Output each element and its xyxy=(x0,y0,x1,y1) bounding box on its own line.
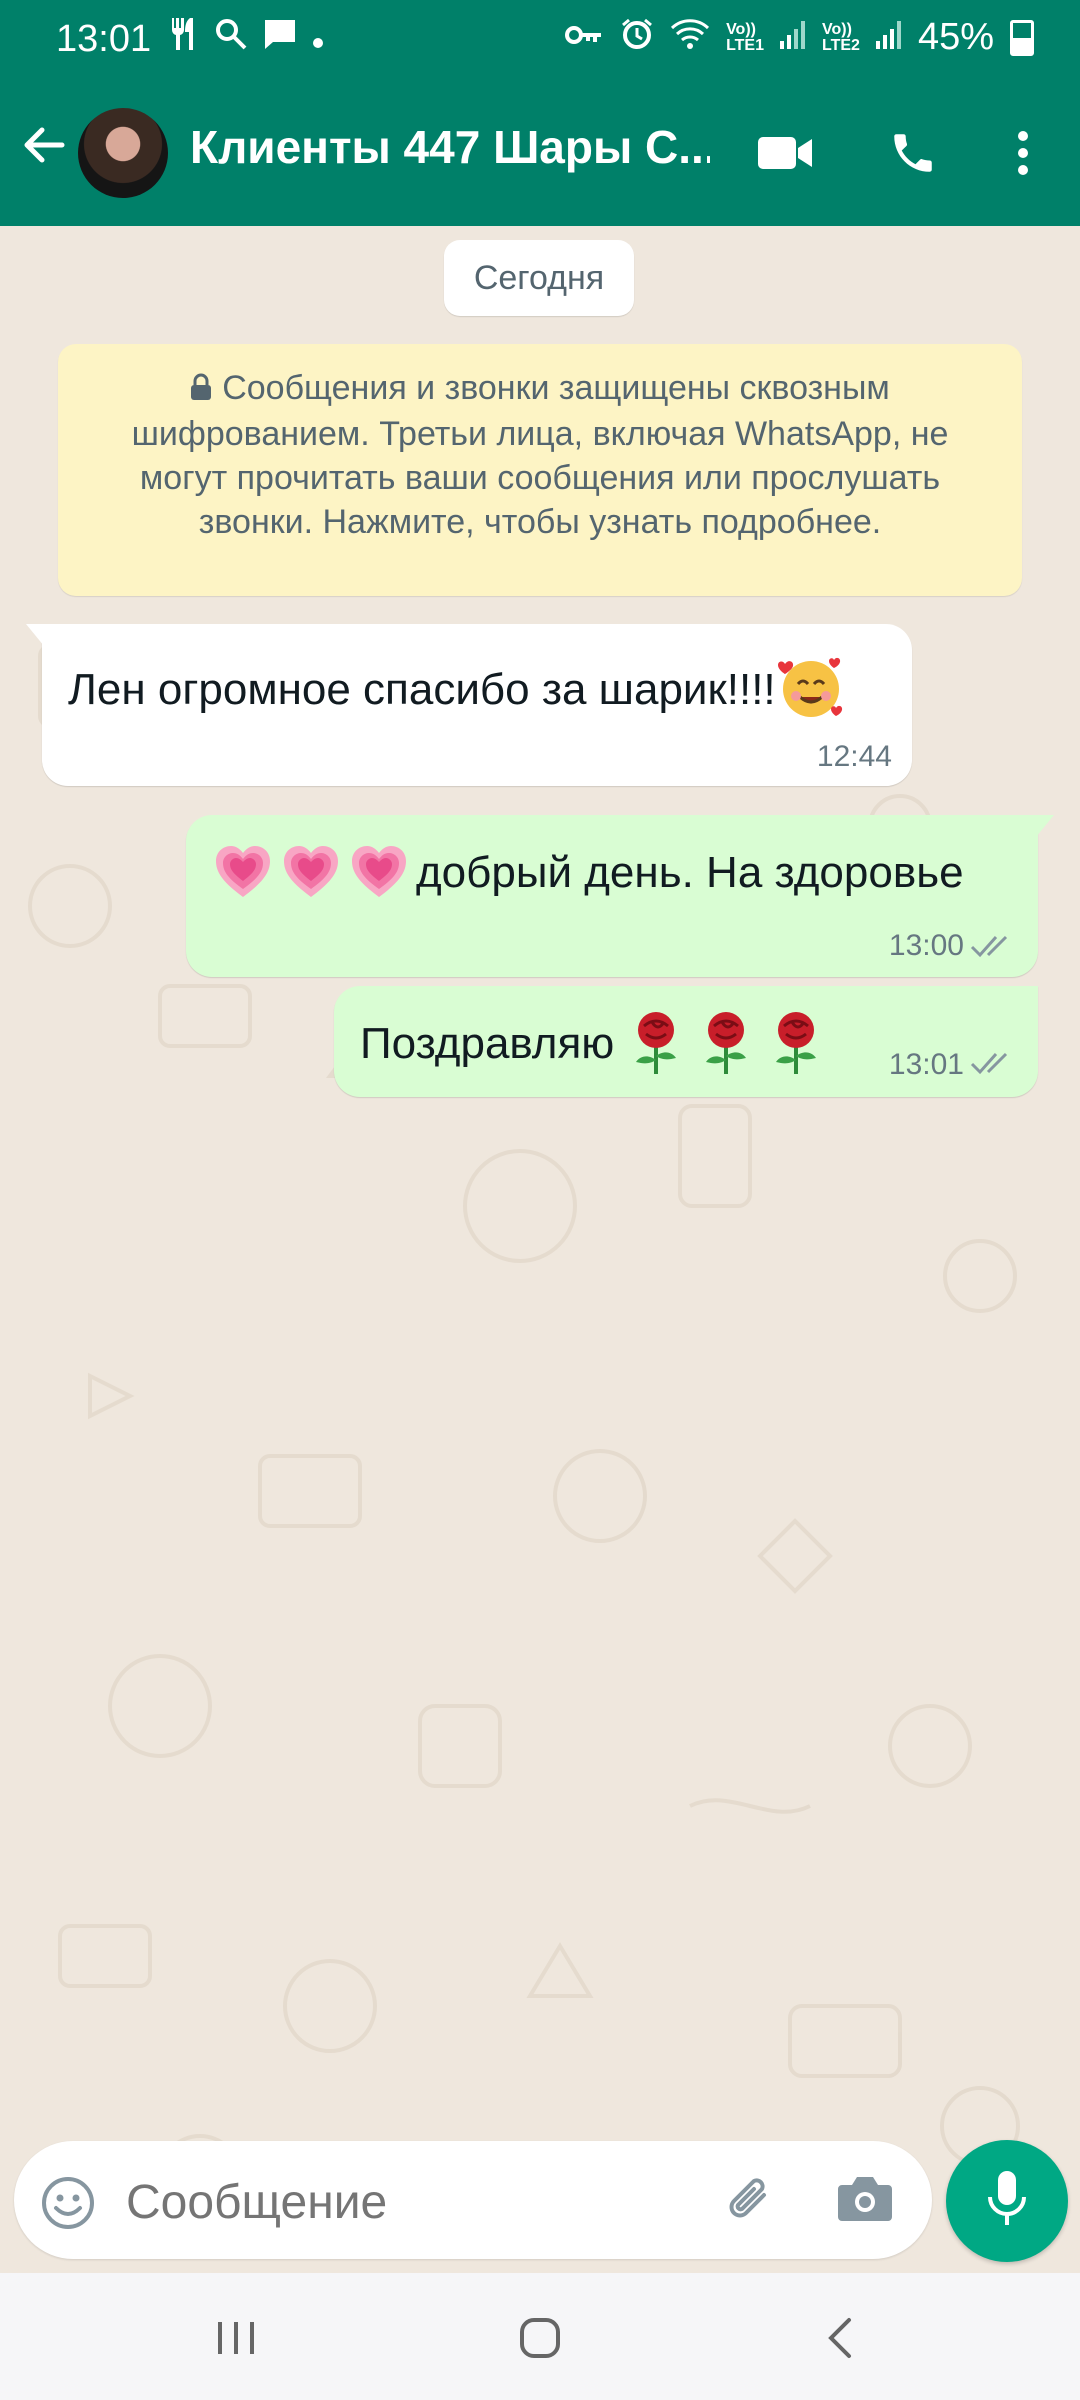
bubble-tail xyxy=(26,624,44,646)
message-bubble-incoming[interactable]: Лен огромное спасибо за шарик!!!! 12:44 xyxy=(26,624,912,786)
smiling-face-with-hearts-emoji xyxy=(776,652,846,722)
recent-apps-icon[interactable] xyxy=(196,2303,276,2373)
status-system-icons: Vo)) LTE1 Vo)) LTE2 45% xyxy=(564,16,1034,59)
battery-percent: 45% xyxy=(917,16,994,58)
message-bubble-outgoing[interactable]: Поздравляю 13:01 xyxy=(334,986,1038,1097)
wifi-icon xyxy=(670,18,710,57)
lock-icon xyxy=(190,368,212,412)
back-icon[interactable] xyxy=(800,2303,880,2373)
rose-emoji xyxy=(768,1010,824,1076)
phone-icon[interactable] xyxy=(880,120,946,186)
status-time: 13:01 xyxy=(56,18,152,60)
message-bubble-outgoing[interactable]: добрый день. На здоровье 13:00 xyxy=(186,815,1054,977)
sim1-network: Vo)) LTE1 xyxy=(726,20,764,54)
message-input[interactable] xyxy=(126,2175,706,2230)
message-text: Лен огромное спасибо за шарик!!!! xyxy=(68,652,846,722)
double-check-icon xyxy=(970,935,1008,958)
status-bar: 13:01 Vo)) LTE1 Vo)) LTE2 45% xyxy=(0,0,1080,80)
back-arrow-icon[interactable] xyxy=(18,120,78,186)
camera-icon[interactable] xyxy=(836,2173,894,2228)
avatar[interactable] xyxy=(78,108,168,198)
encryption-notice[interactable]: Сообщения и звонки защищены сквозным шиф… xyxy=(58,344,1022,596)
chat-title[interactable]: Клиенты 447 Шары С... xyxy=(190,120,710,174)
search-icon xyxy=(214,17,248,60)
message-text: Поздравляю xyxy=(360,1010,824,1076)
rose-emoji xyxy=(698,1010,754,1076)
vpn-key-icon xyxy=(564,22,604,54)
encryption-text: Сообщения и звонки защищены сквозным шиф… xyxy=(131,369,949,541)
message-notification-icon xyxy=(262,17,298,60)
message-time: 13:00 xyxy=(888,929,964,962)
more-vert-icon[interactable] xyxy=(990,120,1056,186)
status-notification-icons xyxy=(168,16,324,61)
message-composer xyxy=(14,2141,932,2259)
message-time: 12:44 xyxy=(816,740,892,773)
message-time: 13:01 xyxy=(888,1048,964,1081)
video-call-icon[interactable] xyxy=(752,120,818,186)
sim2-network: Vo)) LTE2 xyxy=(822,20,860,54)
attach-icon[interactable] xyxy=(720,2171,780,2236)
battery-icon xyxy=(1010,19,1034,56)
restaurant-icon xyxy=(168,16,200,61)
home-icon[interactable] xyxy=(500,2303,580,2373)
signal-icon-1 xyxy=(780,19,806,56)
double-check-icon xyxy=(970,1052,1008,1075)
mic-button[interactable] xyxy=(946,2140,1068,2262)
bubble-tail xyxy=(1036,815,1054,837)
system-nav-bar xyxy=(0,2273,1080,2400)
chat-header: Клиенты 447 Шары С... xyxy=(0,80,1080,226)
growing-heart-emoji xyxy=(212,841,274,903)
dot-icon xyxy=(312,19,324,58)
emoji-icon[interactable] xyxy=(40,2175,96,2236)
alarm-icon xyxy=(620,17,654,58)
mic-icon xyxy=(985,2169,1029,2234)
signal-icon-2 xyxy=(875,19,902,56)
growing-heart-emoji xyxy=(348,841,410,903)
date-divider: Сегодня xyxy=(444,240,634,316)
message-text: добрый день. На здоровье xyxy=(212,841,964,903)
growing-heart-emoji xyxy=(280,841,342,903)
rose-emoji xyxy=(628,1010,684,1076)
